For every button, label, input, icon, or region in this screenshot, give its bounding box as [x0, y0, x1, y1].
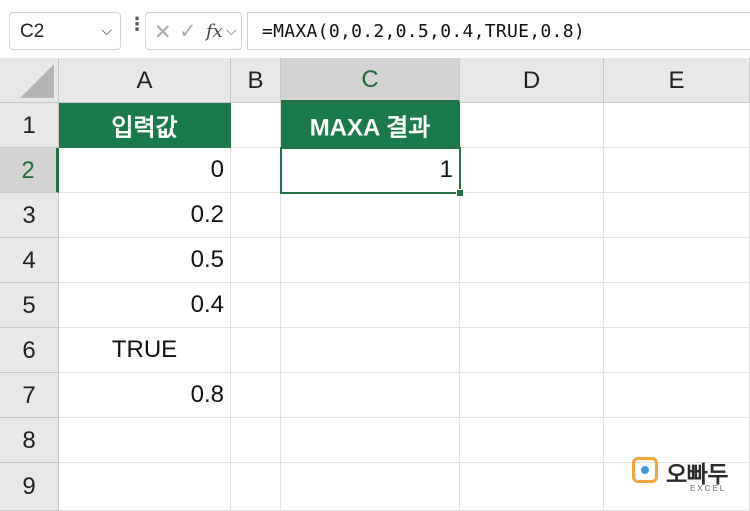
grid-cell-e6[interactable] [604, 328, 750, 373]
formula-buttons: ✕ ✓ fx ⌵ [145, 12, 242, 50]
grid-cell-d9[interactable] [460, 463, 604, 511]
grid-cell-c5[interactable] [281, 283, 460, 328]
chevron-down-icon[interactable]: ⌵ [101, 22, 112, 39]
header-label-input: 입력값 [111, 114, 178, 142]
grid-cell-b3[interactable] [231, 193, 281, 238]
grid-cell-c3[interactable] [281, 193, 460, 238]
column-header-a[interactable]: A [59, 58, 231, 103]
row-header-1[interactable]: 1 [0, 103, 59, 148]
cell-value: 0.8 [190, 381, 224, 408]
fill-handle[interactable] [456, 189, 464, 197]
grid-cell-c7[interactable] [281, 373, 460, 418]
grid-cell-e4[interactable] [604, 238, 750, 283]
grid-cell-d3[interactable] [460, 193, 604, 238]
grid-cell-b1[interactable] [231, 103, 281, 148]
cancel-icon[interactable]: ✕ [154, 20, 172, 45]
grid-cell-c9[interactable] [281, 463, 460, 511]
grid-cell-d7[interactable] [460, 373, 604, 418]
formula-input[interactable]: =MAXA(0,0.2,0.5,0.4,TRUE,0.8) [247, 12, 750, 50]
row-header-3[interactable]: 3 [0, 193, 59, 238]
enter-icon[interactable]: ✓ [179, 19, 197, 44]
cell-a6[interactable]: TRUE [59, 328, 231, 373]
row-header-5[interactable]: 5 [0, 283, 59, 328]
grid-cell-c6[interactable] [281, 328, 460, 373]
row-header-8[interactable]: 8 [0, 418, 59, 463]
cell-value: 0.4 [190, 291, 224, 318]
column-header-c[interactable]: C [281, 58, 460, 103]
grid-cell-b5[interactable] [231, 283, 281, 328]
more-options-icon[interactable]: ⋮ [128, 15, 146, 33]
name-box[interactable]: C2 ⌵ [9, 12, 121, 50]
header-label-result: MAXA 결과 [309, 114, 431, 142]
grid-cell-b4[interactable] [231, 238, 281, 283]
grid-cell-d5[interactable] [460, 283, 604, 328]
grid-cell-d8[interactable] [460, 418, 604, 463]
cell-value: 0.2 [190, 201, 224, 228]
row-header-6[interactable]: 6 [0, 328, 59, 373]
grid-cell-c4[interactable] [281, 238, 460, 283]
watermark: 오빠두 EXCEL [632, 455, 737, 497]
oppadu-logo-icon [632, 457, 658, 483]
column-header-d[interactable]: D [460, 58, 604, 103]
cell-c2[interactable]: 1 [281, 148, 460, 193]
grid-cell-a8[interactable] [59, 418, 231, 463]
insert-function-icon[interactable]: fx [206, 21, 223, 42]
row-header-4[interactable]: 4 [0, 238, 59, 283]
grid-cell-e2[interactable] [604, 148, 750, 193]
cell-a4[interactable]: 0.5 [59, 238, 231, 283]
cell-a3[interactable]: 0.2 [59, 193, 231, 238]
row-header-7[interactable]: 7 [0, 373, 59, 418]
grid-cell-b7[interactable] [231, 373, 281, 418]
cell-c1[interactable]: MAXA 결과 [281, 103, 460, 148]
row-header-2[interactable]: 2 [0, 148, 59, 193]
select-all-button[interactable] [0, 58, 59, 103]
cell-a1[interactable]: 입력값 [59, 103, 231, 148]
cell-a2[interactable]: 0 [59, 148, 231, 193]
column-header-e[interactable]: E [604, 58, 750, 103]
grid-cell-d2[interactable] [460, 148, 604, 193]
grid-cell-d1[interactable] [460, 103, 604, 148]
cell-value: 1 [439, 156, 453, 183]
chevron-down-icon[interactable]: ⌵ [226, 22, 237, 39]
row-header-9[interactable]: 9 [0, 463, 59, 511]
cell-value: 0 [210, 156, 224, 183]
column-header-b[interactable]: B [231, 58, 281, 103]
grid-cell-d4[interactable] [460, 238, 604, 283]
cell-value: 0.5 [190, 246, 224, 273]
watermark-sub: EXCEL [690, 484, 727, 493]
grid-cell-b9[interactable] [231, 463, 281, 511]
grid-cell-e5[interactable] [604, 283, 750, 328]
cell-value: TRUE [111, 336, 178, 363]
grid-cell-e7[interactable] [604, 373, 750, 418]
grid-cell-b2[interactable] [231, 148, 281, 193]
grid-cell-e1[interactable] [604, 103, 750, 148]
formula-text: =MAXA(0,0.2,0.5,0.4,TRUE,0.8) [262, 21, 585, 42]
cell-a5[interactable]: 0.4 [59, 283, 231, 328]
grid-cell-e3[interactable] [604, 193, 750, 238]
grid-cell-a9[interactable] [59, 463, 231, 511]
grid-cell-b6[interactable] [231, 328, 281, 373]
cell-a7[interactable]: 0.8 [59, 373, 231, 418]
grid-cell-d6[interactable] [460, 328, 604, 373]
name-box-value: C2 [20, 21, 45, 42]
formula-bar: C2 ⌵ ⋮ ✕ ✓ fx ⌵ =MAXA(0,0.2,0.5,0.4,TRUE… [0, 0, 750, 58]
grid-cell-b8[interactable] [231, 418, 281, 463]
grid-cell-c8[interactable] [281, 418, 460, 463]
